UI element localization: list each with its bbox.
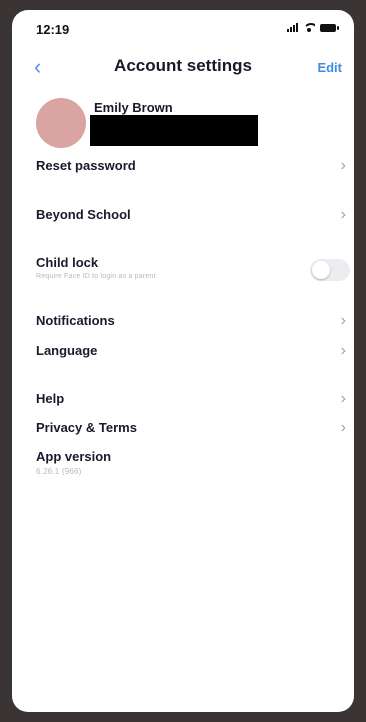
settings-item-label: Notifications bbox=[36, 313, 115, 328]
child-lock-subtitle: Require Face ID to login as a parent bbox=[36, 273, 156, 280]
settings-item-language[interactable]: Language › bbox=[36, 343, 346, 359]
settings-item-child-lock: Child lock Require Face ID to login as a… bbox=[36, 255, 350, 281]
status-time: 12:19 bbox=[36, 22, 70, 37]
settings-item-privacy-terms[interactable]: Privacy & Terms › bbox=[36, 420, 346, 436]
battery-icon bbox=[320, 23, 339, 32]
settings-item-notifications[interactable]: Notifications › bbox=[36, 313, 346, 329]
settings-item-reset-password[interactable]: Reset password › bbox=[36, 158, 346, 174]
status-icons bbox=[287, 23, 339, 32]
profile-name: Emily Brown bbox=[94, 100, 173, 115]
settings-item-label: Child lock bbox=[36, 255, 99, 270]
page-title: Account settings bbox=[114, 56, 252, 75]
settings-item-label: Language bbox=[36, 343, 98, 358]
profile-section: Emily Brown bbox=[36, 98, 336, 158]
status-bar: 12:19 bbox=[12, 10, 354, 46]
redacted-block bbox=[90, 115, 258, 146]
chevron-right-icon: › bbox=[340, 312, 346, 329]
phone-screen: 12:19 ‹ Account settings Edit Emily Brow… bbox=[12, 10, 354, 712]
nav-bar: ‹ Account settings Edit bbox=[12, 52, 354, 82]
settings-item-label: Beyond School bbox=[36, 207, 131, 222]
chevron-right-icon: › bbox=[340, 206, 346, 223]
chevron-right-icon: › bbox=[340, 342, 346, 359]
signal-icon bbox=[287, 23, 298, 32]
settings-item-label: Reset password bbox=[36, 158, 136, 173]
chevron-right-icon: › bbox=[340, 419, 346, 436]
avatar[interactable] bbox=[36, 98, 86, 148]
settings-item-label: Privacy & Terms bbox=[36, 420, 137, 435]
child-lock-toggle[interactable] bbox=[310, 259, 350, 281]
wifi-icon bbox=[303, 23, 315, 32]
settings-item-beyond-school[interactable]: Beyond School › bbox=[36, 207, 346, 223]
chevron-right-icon: › bbox=[340, 390, 346, 407]
app-version-value: 6.26.1 (966) bbox=[36, 467, 82, 476]
settings-item-app-version: App version 6.26.1 (966) bbox=[36, 449, 336, 476]
settings-item-help[interactable]: Help › bbox=[36, 391, 346, 407]
edit-button[interactable]: Edit bbox=[317, 60, 342, 75]
toggle-knob bbox=[312, 261, 330, 279]
chevron-right-icon: › bbox=[340, 157, 346, 174]
settings-item-label: App version bbox=[36, 449, 112, 464]
settings-item-label: Help bbox=[36, 391, 65, 406]
